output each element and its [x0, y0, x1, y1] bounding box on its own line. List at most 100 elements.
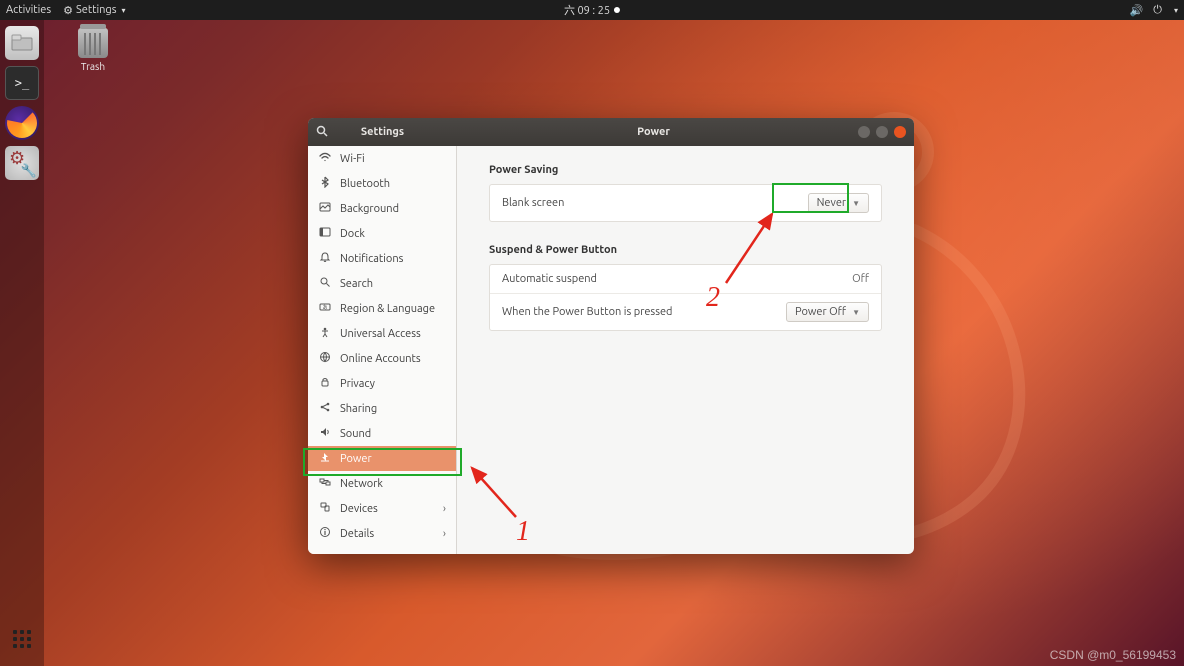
- sidebar-item-sound[interactable]: Sound: [308, 421, 456, 446]
- sidebar-item-region-language[interactable]: あ Region & Language: [308, 296, 456, 321]
- sidebar-item-label: Network: [340, 478, 383, 490]
- sidebar-item-label: Privacy: [340, 378, 375, 390]
- sidebar-item-label: Bluetooth: [340, 178, 390, 190]
- trash-label: Trash: [68, 61, 118, 72]
- sidebar-item-label: Dock: [340, 228, 365, 240]
- power-saving-card: Blank screen Never ▼: [489, 184, 882, 222]
- power-button-value: Power Off: [795, 306, 846, 318]
- terminal-launcher-icon[interactable]: >_: [5, 66, 39, 100]
- blank-screen-value: Never: [817, 197, 847, 209]
- automatic-suspend-row[interactable]: Automatic suspend Off: [490, 265, 881, 293]
- ua-icon: [318, 326, 331, 341]
- files-launcher-icon[interactable]: [5, 26, 39, 60]
- sidebar-item-network[interactable]: Network: [308, 471, 456, 496]
- automatic-suspend-value: Off: [852, 273, 869, 285]
- sidebar-item-wi-fi[interactable]: Wi-Fi: [308, 146, 456, 171]
- trash-desktop-icon[interactable]: Trash: [68, 28, 118, 72]
- blank-screen-label: Blank screen: [502, 197, 808, 209]
- suspend-heading: Suspend & Power Button: [489, 244, 882, 256]
- titlebar[interactable]: Settings Power: [308, 118, 914, 146]
- blank-screen-row[interactable]: Blank screen Never ▼: [490, 185, 881, 221]
- share-icon: [318, 401, 331, 416]
- settings-content: Power Saving Blank screen Never ▼ Suspen…: [457, 146, 914, 554]
- sidebar-item-devices[interactable]: Devices ›: [308, 496, 456, 521]
- power-icon: [318, 451, 331, 466]
- sidebar-item-notifications[interactable]: Notifications: [308, 246, 456, 271]
- power-button-row[interactable]: When the Power Button is pressed Power O…: [490, 293, 881, 330]
- volume-icon[interactable]: 🔊: [1130, 4, 1144, 17]
- minimize-button[interactable]: [858, 126, 870, 138]
- sidebar-item-label: Sharing: [340, 403, 377, 415]
- svg-text:あ: あ: [322, 304, 327, 311]
- gnome-topbar: Activities ⚙ Settings 六 09 : 25 🔊 ⏻: [0, 0, 1184, 20]
- sidebar-item-label: Background: [340, 203, 399, 215]
- sidebar-title: Settings: [336, 126, 457, 138]
- power-saving-heading: Power Saving: [489, 164, 882, 176]
- online-icon: [318, 351, 331, 366]
- notif-icon: [318, 251, 331, 266]
- close-button[interactable]: [894, 126, 906, 138]
- blank-screen-dropdown[interactable]: Never ▼: [808, 193, 869, 213]
- sidebar-item-power[interactable]: Power: [308, 446, 456, 471]
- dev-icon: [318, 501, 331, 516]
- sidebar-item-label: Online Accounts: [340, 353, 421, 365]
- trash-icon: [78, 28, 108, 58]
- net-icon: [318, 476, 331, 491]
- clock[interactable]: 六 09 : 25: [564, 2, 620, 18]
- firefox-launcher-icon[interactable]: [5, 106, 39, 140]
- sidebar-item-sharing[interactable]: Sharing: [308, 396, 456, 421]
- sidebar-item-label: Sound: [340, 428, 371, 440]
- chevron-right-icon: ›: [443, 503, 446, 515]
- sidebar-item-label: Details: [340, 528, 374, 540]
- maximize-button[interactable]: [876, 126, 888, 138]
- sidebar-item-label: Devices: [340, 503, 378, 515]
- show-applications-button[interactable]: [5, 622, 39, 656]
- chevron-right-icon: ›: [443, 528, 446, 540]
- sidebar-item-search[interactable]: Search: [308, 271, 456, 296]
- power-button-label: When the Power Button is pressed: [502, 306, 786, 318]
- sidebar-item-privacy[interactable]: Privacy: [308, 371, 456, 396]
- tweaks-launcher-icon[interactable]: [5, 146, 39, 180]
- sidebar-item-details[interactable]: Details ›: [308, 521, 456, 546]
- sidebar-item-label: Power: [340, 453, 372, 465]
- activities-button[interactable]: Activities: [6, 4, 51, 16]
- dock: >_: [0, 20, 44, 666]
- notification-dot-icon: [614, 7, 620, 13]
- app-menu-label: Settings: [76, 4, 117, 16]
- chevron-down-icon: ▼: [852, 308, 860, 317]
- search-icon[interactable]: [308, 125, 336, 140]
- sidebar-item-bluetooth[interactable]: Bluetooth: [308, 171, 456, 196]
- sidebar-item-label: Wi-Fi: [340, 153, 365, 165]
- sidebar-item-label: Region & Language: [340, 303, 435, 315]
- sidebar-item-online-accounts[interactable]: Online Accounts: [308, 346, 456, 371]
- bg-icon: [318, 201, 331, 216]
- clock-text: 六 09 : 25: [564, 2, 610, 18]
- system-menu-chevron-icon[interactable]: [1172, 4, 1178, 16]
- settings-window: Settings Power Wi-Fi Bluetooth Background D…: [308, 118, 914, 554]
- sidebar-item-label: Search: [340, 278, 373, 290]
- chevron-down-icon: ▼: [852, 199, 860, 208]
- settings-app-icon: ⚙: [63, 4, 73, 17]
- sidebar-item-label: Notifications: [340, 253, 403, 265]
- settings-sidebar: Wi-Fi Bluetooth Background Dock Notification…: [308, 146, 457, 554]
- sidebar-item-background[interactable]: Background: [308, 196, 456, 221]
- sidebar-item-universal-access[interactable]: Universal Access: [308, 321, 456, 346]
- automatic-suspend-label: Automatic suspend: [502, 273, 852, 285]
- sidebar-item-label: Universal Access: [340, 328, 421, 340]
- region-icon: あ: [318, 301, 331, 316]
- suspend-card: Automatic suspend Off When the Power But…: [489, 264, 882, 331]
- sound-icon: [318, 426, 331, 441]
- wifi-icon: [318, 151, 331, 166]
- bt-icon: [318, 176, 331, 191]
- power-icon[interactable]: ⏻: [1153, 4, 1162, 17]
- power-button-dropdown[interactable]: Power Off ▼: [786, 302, 869, 322]
- watermark: CSDN @m0_56199453: [1050, 648, 1176, 662]
- det-icon: [318, 526, 331, 541]
- search-icon: [318, 276, 331, 291]
- chevron-down-icon: [120, 4, 126, 16]
- window-title: Power: [457, 126, 850, 138]
- app-menu[interactable]: ⚙ Settings: [63, 4, 125, 17]
- dock-icon: [318, 226, 331, 241]
- sidebar-item-dock[interactable]: Dock: [308, 221, 456, 246]
- priv-icon: [318, 376, 331, 391]
